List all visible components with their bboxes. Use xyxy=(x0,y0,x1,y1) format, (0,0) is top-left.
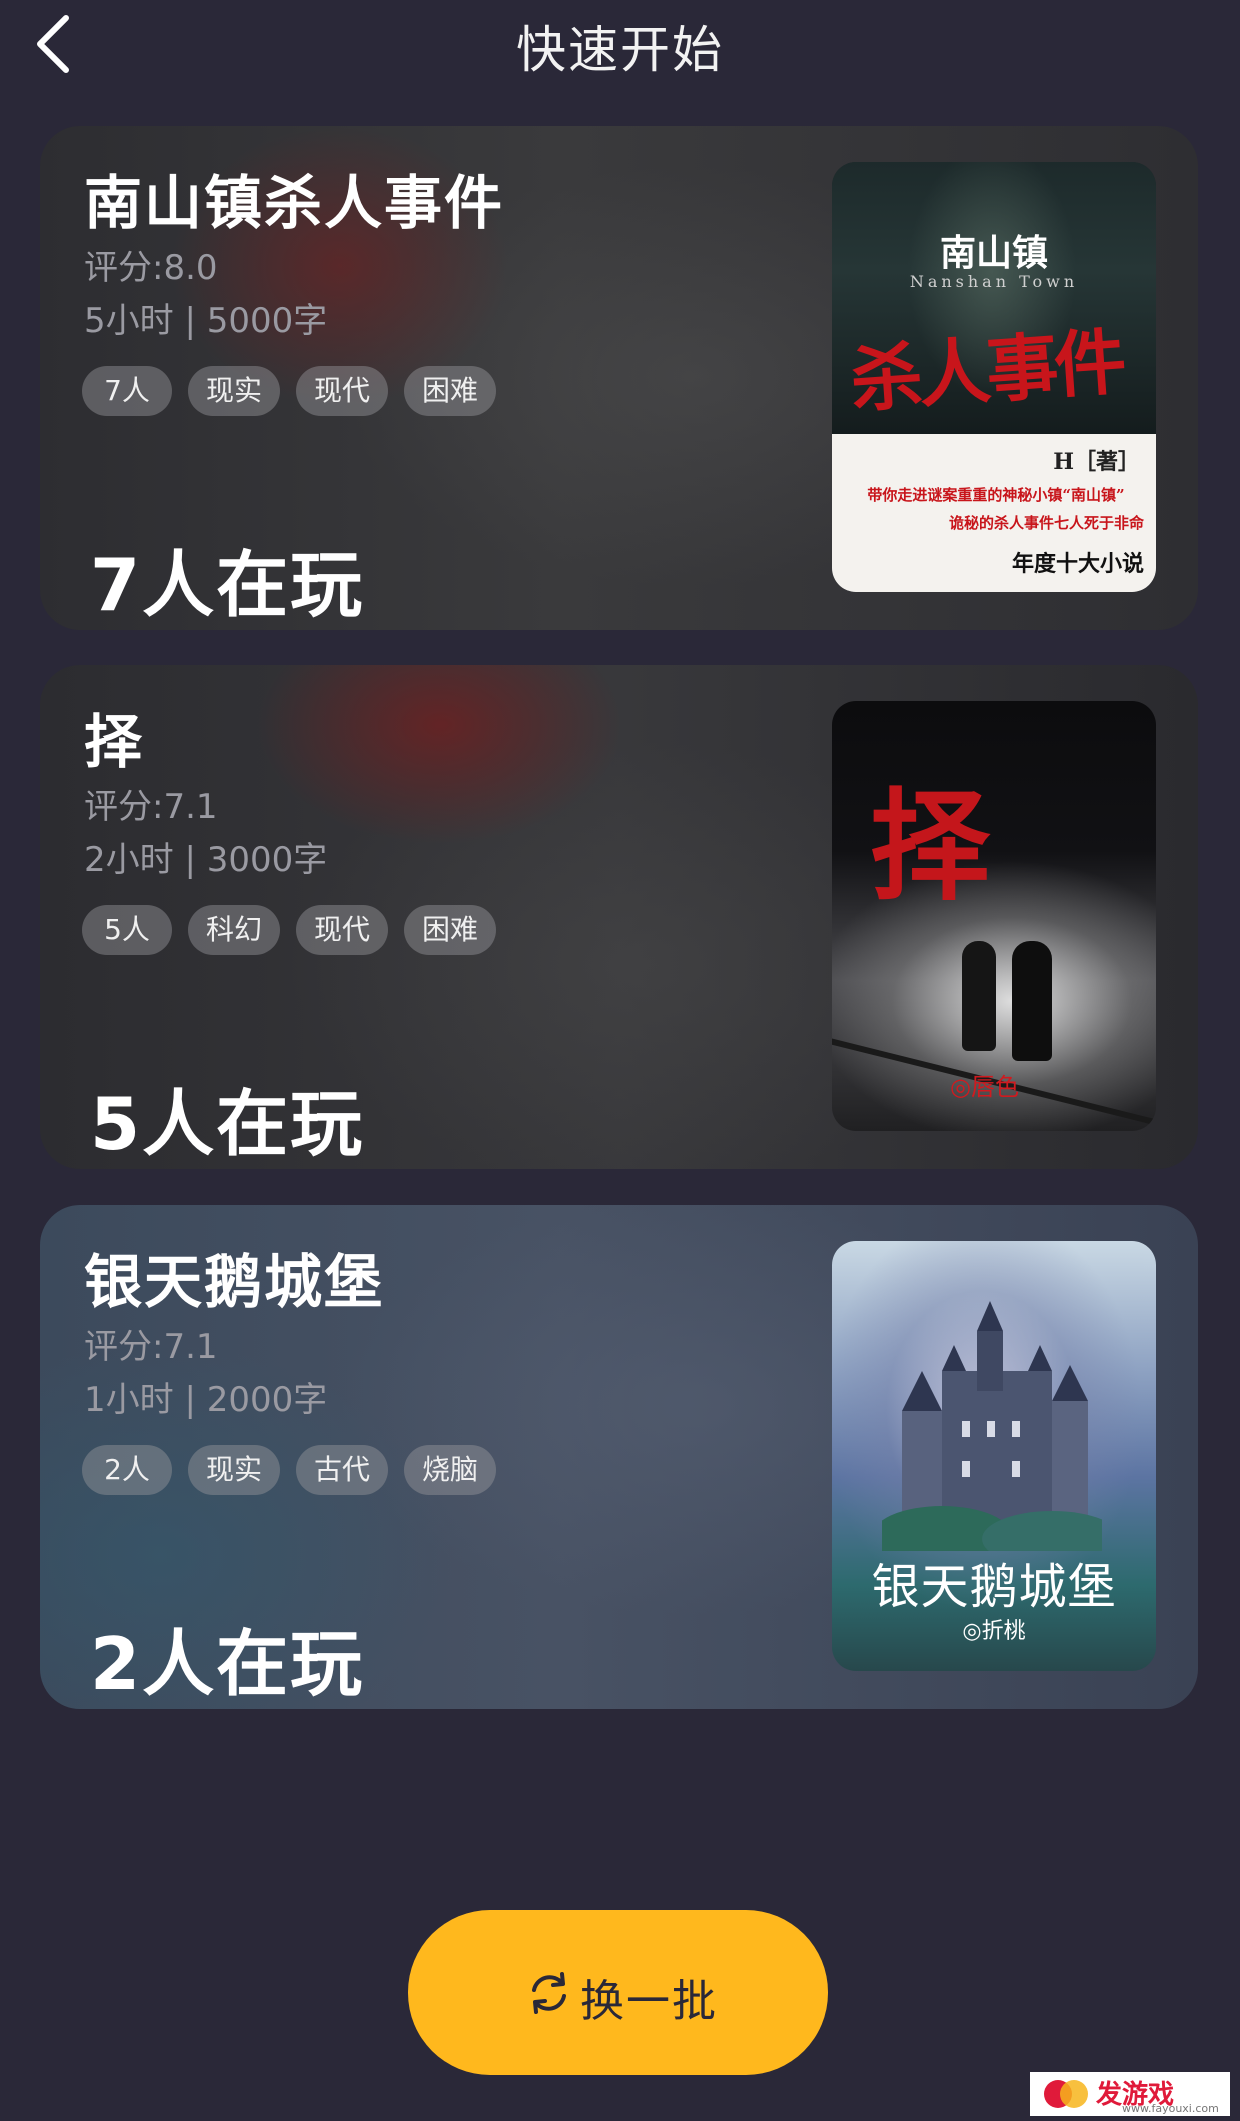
cover-figure xyxy=(962,941,996,1051)
cover-subtitle: Nanshan Town xyxy=(909,272,1079,291)
tag: 现实 xyxy=(188,1445,281,1495)
cover-author: H［著］ xyxy=(1053,449,1140,475)
card-title: 南山镇杀人事件 xyxy=(84,169,505,237)
tag: 现代 xyxy=(296,905,389,955)
cover-signature: ◎唇色 xyxy=(950,1073,1019,1101)
header: 快速开始 xyxy=(0,0,1240,100)
page-title: 快速开始 xyxy=(516,21,724,79)
players-count: 5人在玩 xyxy=(90,1082,365,1166)
tag: 2人 xyxy=(82,1445,172,1495)
cover-blurb: 诡秘的杀人事件七人死于非命 xyxy=(948,514,1144,532)
card-title: 择 xyxy=(84,708,145,776)
cover-award: 年度十大小说 xyxy=(1011,551,1144,577)
cover-big-text: 择 xyxy=(870,776,990,917)
watermark-url: www.fayouxi.com xyxy=(1122,2102,1219,2115)
tag: 7人 xyxy=(82,366,172,416)
players-count: 7人在玩 xyxy=(90,543,365,627)
tag-list: 7人 现实 现代 困难 xyxy=(82,366,497,416)
tag-list: 2人 现实 古代 烧脑 xyxy=(82,1445,497,1495)
cover-big-text: 杀人事件 xyxy=(847,318,1126,423)
card-meta: 5小时 | 5000字 xyxy=(84,301,328,341)
card-meta: 2小时 | 3000字 xyxy=(84,840,328,880)
tag: 困难 xyxy=(404,366,497,416)
tag: 困难 xyxy=(404,905,497,955)
card-rating: 评分:8.0 xyxy=(84,248,218,288)
tag: 古代 xyxy=(296,1445,389,1495)
refresh-icon xyxy=(532,1972,566,2014)
tag: 5人 xyxy=(82,905,172,955)
quick-start-page: 快速开始 南山镇杀人事件 评分:8.0 5小时 | 5000字 7人 现实 现代… xyxy=(0,0,1240,2121)
cover-image: 择 ◎唇色 xyxy=(832,701,1156,1131)
cover-image: 银天鹅城堡 ◎折桃 xyxy=(832,1241,1156,1671)
card-title: 银天鹅城堡 xyxy=(84,1248,385,1316)
watermark-logo xyxy=(1044,2080,1088,2108)
script-card-1[interactable]: 南山镇杀人事件 评分:8.0 5小时 | 5000字 7人 现实 现代 困难 7… xyxy=(40,126,1198,630)
cover-title: 银天鹅城堡 xyxy=(871,1559,1117,1615)
tag: 现实 xyxy=(188,366,281,416)
script-card-3[interactable]: 银天鹅城堡 评分:7.1 1小时 | 2000字 2人 现实 古代 烧脑 2人在… xyxy=(40,1205,1198,1709)
cover-image: 南山镇 Nanshan Town 杀人事件 H［著］ 带你走进谜案重重的神秘小镇… xyxy=(832,162,1156,592)
tag: 烧脑 xyxy=(404,1445,497,1495)
cover-blurb: 带你走进谜案重重的神秘小镇“南山镇” xyxy=(867,486,1125,504)
tag-list: 5人 科幻 现代 困难 xyxy=(82,905,497,955)
tag: 科幻 xyxy=(188,905,281,955)
script-card-2[interactable]: 择 评分:7.1 2小时 | 3000字 5人 科幻 现代 困难 5人在玩 择 … xyxy=(40,665,1198,1169)
castle-illustration xyxy=(882,1301,1102,1551)
refresh-button[interactable]: 换一批 xyxy=(408,1910,828,2075)
cover-title: 南山镇 xyxy=(939,232,1048,274)
refresh-button-label: 换一批 xyxy=(580,1976,718,2027)
card-rating: 评分:7.1 xyxy=(84,787,218,827)
cover-signature: ◎折桃 xyxy=(962,1619,1026,1644)
players-count: 2人在玩 xyxy=(90,1622,365,1706)
watermark: 发游戏 www.fayouxi.com xyxy=(1030,2072,1230,2116)
card-rating: 评分:7.1 xyxy=(84,1327,218,1367)
cover-figure xyxy=(1012,941,1052,1061)
card-meta: 1小时 | 2000字 xyxy=(84,1380,328,1420)
tag: 现代 xyxy=(296,366,389,416)
